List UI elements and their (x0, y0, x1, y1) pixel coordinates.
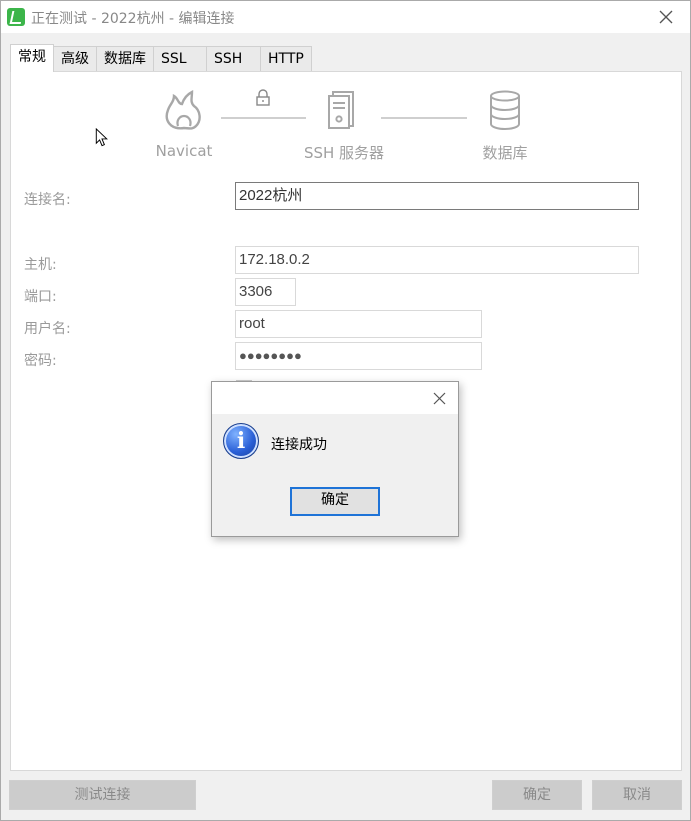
diagram-node-ssh-server: SSH 服务器 (303, 144, 385, 162)
server-icon (328, 91, 354, 129)
port-label: 端口: (24, 289, 57, 305)
dialog-ok-button[interactable]: 确定 (290, 487, 380, 516)
host-label: 主机: (24, 257, 57, 273)
connection-success-dialog: i 连接成功 确定 (211, 381, 459, 537)
tab-bar: 常规 高级 数据库 SSL SSH HTTP (10, 44, 312, 72)
database-icon (490, 90, 520, 130)
ok-button[interactable]: 确定 (492, 780, 582, 810)
close-icon (659, 10, 673, 24)
password-input[interactable]: ●●●●●●●● (235, 342, 482, 370)
edit-connection-window: 正在测试 - 2022杭州 - 编辑连接 常规 高级 数据库 SSL SSH H… (0, 0, 691, 821)
info-icon: i (223, 423, 259, 459)
tab-database[interactable]: 数据库 (96, 46, 154, 72)
navicat-app-icon (7, 8, 25, 26)
test-connection-button[interactable]: 测试连接 (9, 780, 196, 810)
username-input[interactable]: root (235, 310, 482, 338)
diagram-link-line (221, 117, 306, 119)
connection-name-label: 连接名: (24, 192, 71, 208)
mouse-cursor-icon (95, 128, 108, 147)
tab-ssl[interactable]: SSL (153, 46, 207, 72)
window-close-button[interactable] (656, 7, 676, 27)
tab-general[interactable]: 常规 (10, 44, 54, 72)
connection-name-input[interactable]: 2022杭州 (235, 182, 639, 210)
diagram-link-line-2 (381, 117, 467, 119)
tab-advanced[interactable]: 高级 (53, 46, 97, 72)
diagram-node-database: 数据库 (482, 144, 528, 162)
dialog-close-button[interactable] (433, 388, 446, 410)
cancel-button[interactable]: 取消 (592, 780, 682, 810)
username-label: 用户名: (24, 321, 71, 337)
navicat-logo-icon (165, 90, 201, 130)
tab-ssh[interactable]: SSH (206, 46, 261, 72)
dialog-body: i 连接成功 确定 (212, 414, 458, 536)
close-icon (433, 392, 446, 405)
dialog-title-bar (212, 382, 458, 414)
host-input[interactable]: 172.18.0.2 (235, 246, 639, 274)
window-title: 正在测试 - 2022杭州 - 编辑连接 (31, 11, 235, 27)
title-bar: 正在测试 - 2022杭州 - 编辑连接 (1, 1, 690, 33)
lock-icon (256, 89, 270, 106)
port-input[interactable]: 3306 (235, 278, 296, 306)
tab-http[interactable]: HTTP (260, 46, 312, 72)
diagram-node-navicat: Navicat (155, 142, 213, 160)
password-label: 密码: (24, 353, 57, 369)
dialog-message: 连接成功 (271, 437, 327, 453)
